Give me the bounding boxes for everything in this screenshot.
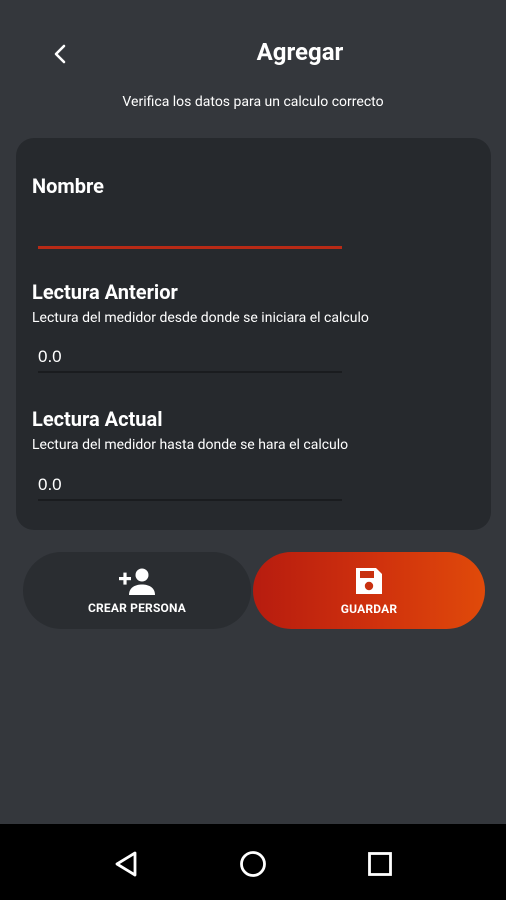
guardar-button[interactable]: GUARDAR [253,552,485,629]
lectura-anterior-label: Lectura Anterior [32,280,178,304]
lectura-anterior-help: Lectura del medidor desde donde se inici… [32,310,369,326]
crear-persona-button[interactable]: CREAR PERSONA [23,552,251,629]
lectura-anterior-input[interactable] [38,343,342,371]
page-title: Agregar [256,38,344,66]
top-bar: Agregar Verifica los datos para un calcu… [0,0,506,110]
app-screen: Agregar Verifica los datos para un calcu… [0,0,506,900]
nombre-input[interactable] [38,219,342,247]
lectura-actual-label: Lectura Actual [32,407,163,431]
nombre-underline [38,246,342,249]
crear-persona-label: CREAR PERSONA [87,600,187,615]
lectura-anterior-field-wrap [38,343,342,373]
lectura-actual-field-wrap [38,471,342,501]
nombre-label: Nombre [32,174,104,198]
lectura-actual-input[interactable] [38,471,342,499]
lectura-actual-underline [38,499,342,501]
nav-home-button[interactable] [233,844,273,884]
person-add-icon [119,568,155,595]
form-card: Nombre Lectura Anterior Lectura del medi… [16,138,491,530]
page-subtitle: Verifica los datos para un calculo corre… [122,94,384,110]
lectura-actual-help: Lectura del medidor hasta donde se hara … [32,437,349,453]
nav-recents-button[interactable] [360,844,400,884]
nombre-field-wrap [38,219,342,249]
nav-home-icon [240,851,266,877]
nav-back-button[interactable] [107,844,147,884]
nav-recents-icon [368,852,392,876]
system-nav-bar [0,824,506,900]
guardar-label: GUARDAR [340,601,398,616]
nav-back-icon [115,851,137,877]
save-icon [356,567,382,594]
lectura-anterior-underline [38,371,342,373]
